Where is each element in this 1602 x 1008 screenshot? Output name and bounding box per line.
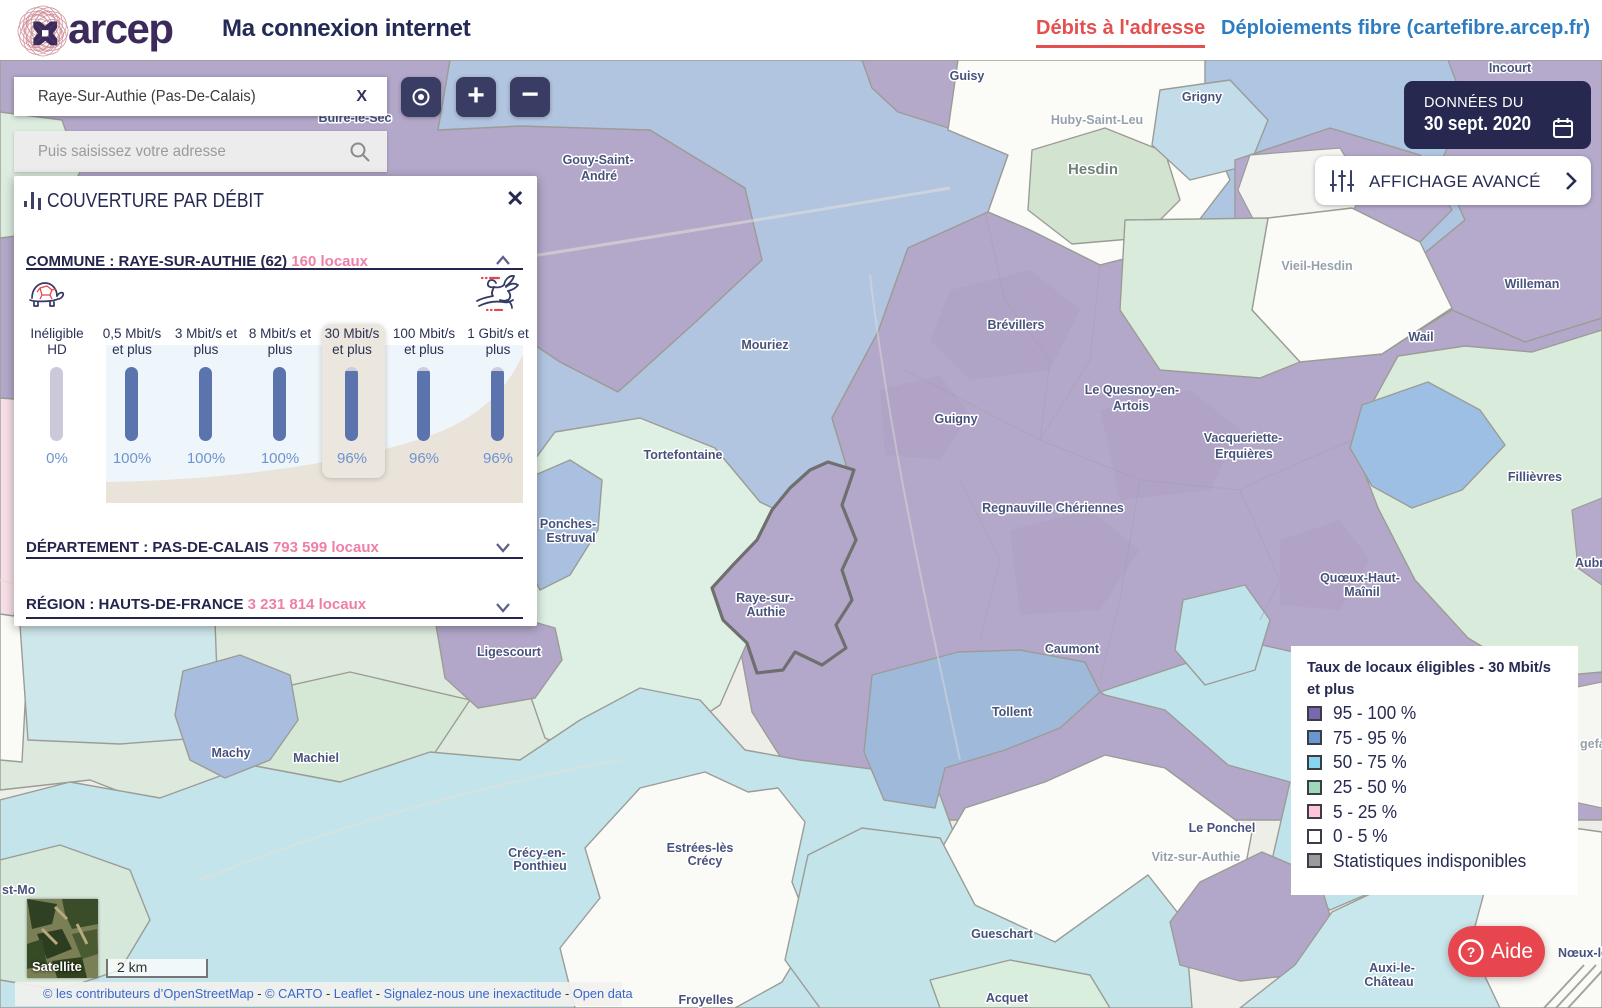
svg-text:Tortefontaine: Tortefontaine xyxy=(644,448,723,462)
svg-text:Gueschart: Gueschart xyxy=(971,927,1034,941)
svg-text:Le Quesnoy-en-: Le Quesnoy-en- xyxy=(1085,383,1179,397)
svg-text:Wail: Wail xyxy=(1408,330,1433,344)
svg-text:Guigny: Guigny xyxy=(934,412,977,426)
svg-text:Maînil: Maînil xyxy=(1344,585,1379,599)
svg-text:Estrées-lès: Estrées-lès xyxy=(667,841,734,855)
svg-text:?: ? xyxy=(1467,944,1476,960)
svg-text:Ponthieu: Ponthieu xyxy=(513,859,566,873)
svg-text:st-Mo: st-Mo xyxy=(2,883,36,897)
svg-text:Raye-sur-: Raye-sur- xyxy=(736,591,794,605)
svg-text:Willeman: Willeman xyxy=(1505,277,1560,291)
svg-text:Caumont: Caumont xyxy=(1045,642,1100,656)
svg-text:Guisy: Guisy xyxy=(950,69,985,83)
svg-text:Incourt: Incourt xyxy=(1489,61,1532,75)
svg-text:Acquet: Acquet xyxy=(986,991,1029,1005)
svg-text:Gouy-Saint-: Gouy-Saint- xyxy=(563,153,634,167)
svg-text:Brévillers: Brévillers xyxy=(988,318,1045,332)
svg-text:Erquières: Erquières xyxy=(1215,447,1273,461)
svg-text:Aubr: Aubr xyxy=(1575,556,1602,570)
svg-text:Le Ponchel: Le Ponchel xyxy=(1189,821,1256,835)
svg-text:Hesdin: Hesdin xyxy=(1068,161,1118,178)
svg-text:Grigny: Grigny xyxy=(1182,90,1222,104)
svg-text:Froyelles: Froyelles xyxy=(679,993,734,1007)
svg-text:gefa: gefa xyxy=(1580,737,1602,751)
svg-text:Nœux-lè: Nœux-lè xyxy=(1558,946,1602,960)
svg-text:Tollent: Tollent xyxy=(992,705,1033,719)
svg-text:Ponches-: Ponches- xyxy=(540,517,596,531)
svg-text:Machy: Machy xyxy=(212,746,251,760)
svg-text:Quœux-Haut-: Quœux-Haut- xyxy=(1320,571,1400,585)
svg-text:Fillièvres: Fillièvres xyxy=(1508,470,1562,484)
svg-text:Estruval: Estruval xyxy=(546,531,595,545)
svg-text:Machiel: Machiel xyxy=(293,751,339,765)
svg-text:Vieil-Hesdin: Vieil-Hesdin xyxy=(1281,259,1352,273)
svg-text:Ligescourt: Ligescourt xyxy=(477,645,542,659)
svg-text:Crécy-en-: Crécy-en- xyxy=(508,846,566,860)
svg-text:Vacqueriette-: Vacqueriette- xyxy=(1204,431,1283,445)
svg-text:Regnauville Chériennes: Regnauville Chériennes xyxy=(982,501,1124,515)
svg-text:Crécy: Crécy xyxy=(688,854,723,868)
svg-text:Huby-Saint-Leu: Huby-Saint-Leu xyxy=(1051,113,1143,127)
svg-text:Château: Château xyxy=(1364,975,1413,989)
svg-text:André: André xyxy=(581,169,617,183)
svg-text:Authie: Authie xyxy=(747,605,786,619)
svg-text:Vitz-sur-Authie: Vitz-sur-Authie xyxy=(1152,850,1241,864)
svg-text:Auxi-le-: Auxi-le- xyxy=(1369,961,1415,975)
svg-text:Mouriez: Mouriez xyxy=(741,338,788,352)
svg-text:Artois: Artois xyxy=(1113,399,1149,413)
